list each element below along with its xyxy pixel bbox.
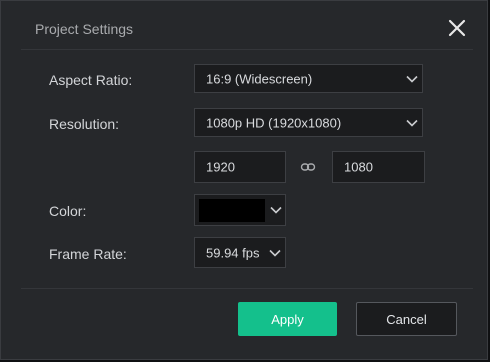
height-input[interactable]: 1080 [332,151,425,183]
chevron-down-icon [406,119,418,127]
close-icon [448,19,466,37]
resolution-select[interactable]: 1080p HD (1920x1080) [194,108,423,137]
apply-button[interactable]: Apply [238,302,337,336]
height-value: 1080 [344,159,373,175]
chevron-down-icon [406,75,418,83]
header-divider [21,49,473,50]
aspect-ratio-label: Aspect Ratio: [49,72,133,88]
project-settings-dialog: Project Settings Aspect Ratio: 16:9 (Wid… [0,0,488,360]
color-swatch [199,199,265,222]
chevron-down-icon [270,206,282,214]
chevron-down-icon [269,249,281,257]
resolution-label: Resolution: [49,116,120,132]
frame-rate-value: 59.94 fps [206,245,260,260]
footer-divider [21,288,473,289]
dialog-title: Project Settings [35,21,134,37]
color-label: Color: [49,203,87,219]
frame-rate-label: Frame Rate: [49,246,127,262]
frame-rate-select[interactable]: 59.94 fps [194,237,286,268]
link-icon[interactable] [300,159,316,175]
close-button[interactable] [446,17,468,39]
aspect-ratio-select[interactable]: 16:9 (Widescreen) [194,64,423,93]
cancel-button[interactable]: Cancel [356,302,457,336]
width-input[interactable]: 1920 [194,151,286,183]
color-picker[interactable] [194,194,286,226]
aspect-ratio-value: 16:9 (Widescreen) [206,71,313,86]
width-value: 1920 [206,159,235,175]
resolution-value: 1080p HD (1920x1080) [206,115,342,130]
